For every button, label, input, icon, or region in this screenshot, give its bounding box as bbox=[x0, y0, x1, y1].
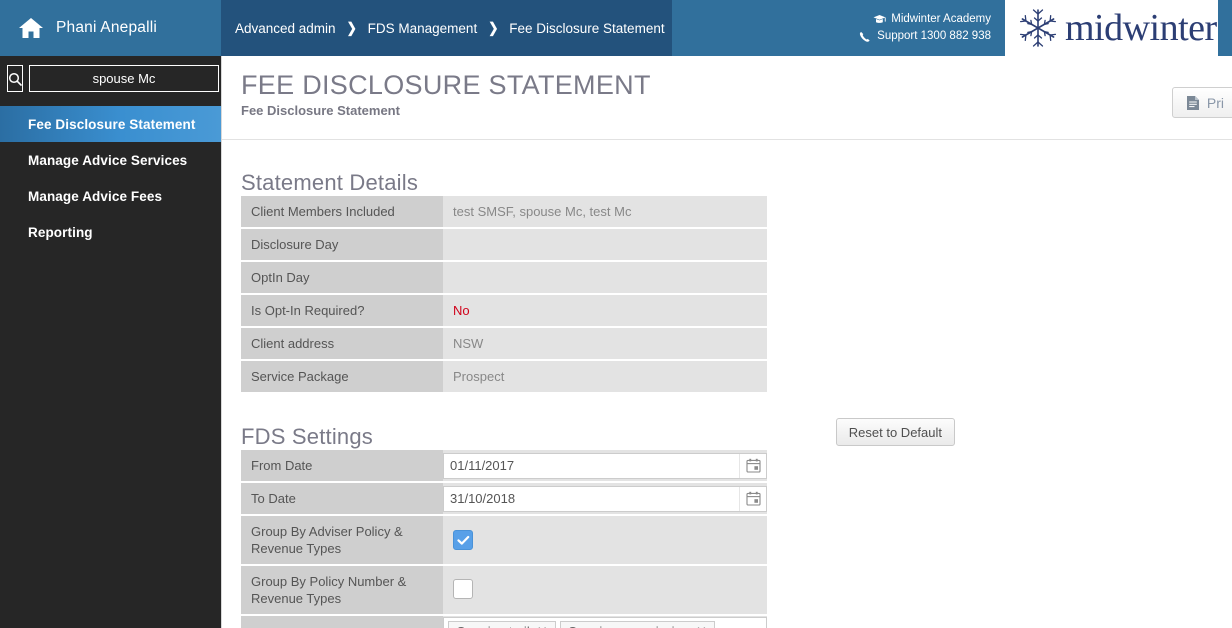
search-input[interactable] bbox=[29, 65, 219, 92]
group-by-adviser-cell bbox=[443, 516, 767, 564]
page-header: FEE DISCLOSURE STATEMENT Fee Disclosure … bbox=[222, 56, 1232, 140]
fds-settings-section: FDS Settings Reset to Default From Date bbox=[222, 394, 1232, 628]
page-subtitle: Fee Disclosure Statement bbox=[241, 103, 400, 118]
table-row: Group By Adviser Policy & Revenue Types bbox=[241, 516, 767, 564]
calendar-icon[interactable] bbox=[739, 486, 766, 511]
academy-link[interactable]: Midwinter Academy bbox=[872, 11, 991, 28]
row-value bbox=[443, 229, 767, 260]
support-phone-label: Support 1300 882 938 bbox=[877, 30, 991, 42]
print-button-label: Pri bbox=[1206, 94, 1224, 111]
page-title: FEE DISCLOSURE STATEMENT bbox=[241, 70, 651, 100]
tag-label: Ongoing trail bbox=[456, 624, 530, 628]
row-label: Client Members Included bbox=[241, 196, 443, 227]
print-button[interactable]: Pri bbox=[1171, 87, 1232, 118]
group-by-policy-cell bbox=[443, 566, 767, 614]
search-button[interactable] bbox=[7, 65, 23, 92]
row-label: OptIn Day bbox=[241, 262, 443, 293]
table-row: Ongoing trail ✕ Ongoing commission ✕ bbox=[241, 616, 767, 628]
sidebar-item-label: Fee Disclosure Statement bbox=[28, 116, 196, 132]
row-label: Disclosure Day bbox=[241, 229, 443, 260]
tag-label: Ongoing commission bbox=[568, 624, 689, 628]
breadcrumb: Advanced admin ❯ FDS Management ❯ Fee Di… bbox=[221, 0, 672, 56]
application-window: Phani Anepalli Advanced admin ❯ FDS Mana… bbox=[0, 0, 1232, 628]
statement-details-section: Statement Details Client Members Include… bbox=[222, 140, 1232, 394]
breadcrumb-item-2[interactable]: Fee Disclosure Statement bbox=[509, 21, 664, 36]
brand-bar: Phani Anepalli bbox=[0, 0, 221, 56]
statement-details-table: Client Members Included test SMSF, spous… bbox=[241, 194, 767, 394]
sidebar-item-reporting[interactable]: Reporting bbox=[0, 214, 221, 250]
row-value: test SMSF, spouse Mc, test Mc bbox=[443, 196, 767, 227]
sidebar-item-label: Reporting bbox=[28, 224, 93, 240]
graduation-cap-icon bbox=[872, 14, 886, 25]
group-by-adviser-label: Group By Adviser Policy & Revenue Types bbox=[241, 516, 443, 564]
chevron-right-icon: ❯ bbox=[488, 19, 499, 37]
breadcrumb-item-1[interactable]: FDS Management bbox=[368, 21, 478, 36]
fds-settings-heading: FDS Settings bbox=[241, 424, 374, 449]
sidebar-item-manage-advice-services[interactable]: Manage Advice Services bbox=[0, 142, 221, 178]
table-row: From Date bbox=[241, 450, 767, 481]
sidebar-search bbox=[0, 56, 221, 92]
group-by-adviser-checkbox[interactable] bbox=[453, 530, 473, 550]
statement-details-header: Statement Details bbox=[241, 140, 1213, 194]
sidebar-item-fee-disclosure-statement[interactable]: Fee Disclosure Statement bbox=[0, 106, 221, 142]
row-value: Prospect bbox=[443, 361, 767, 392]
main-content: FEE DISCLOSURE STATEMENT Fee Disclosure … bbox=[221, 56, 1232, 628]
table-row: Disclosure Day bbox=[241, 229, 767, 260]
table-row: Client Members Included test SMSF, spous… bbox=[241, 196, 767, 227]
tag-item: Ongoing trail ✕ bbox=[448, 620, 556, 628]
row-value-status: No bbox=[443, 295, 767, 326]
close-icon[interactable]: ✕ bbox=[696, 624, 707, 628]
table-row: Client address NSW bbox=[241, 328, 767, 359]
to-date-cell bbox=[443, 483, 767, 514]
reset-to-default-button[interactable]: Reset to Default bbox=[835, 418, 955, 446]
tag-item: Ongoing commission ✕ bbox=[559, 620, 715, 628]
sidebar-item-label: Manage Advice Fees bbox=[28, 188, 163, 204]
revenue-types-cell: Ongoing trail ✕ Ongoing commission ✕ bbox=[443, 616, 767, 628]
academy-link-label: Midwinter Academy bbox=[891, 13, 991, 25]
fds-settings-header: FDS Settings Reset to Default bbox=[241, 394, 1213, 448]
snowflake-icon bbox=[1013, 6, 1063, 50]
revenue-types-tag-input[interactable]: Ongoing trail ✕ Ongoing commission ✕ bbox=[443, 616, 767, 628]
row-label: Client address bbox=[241, 328, 443, 359]
row-label: Service Package bbox=[241, 361, 443, 392]
top-header: Phani Anepalli Advanced admin ❯ FDS Mana… bbox=[0, 0, 1232, 56]
breadcrumb-item-0[interactable]: Advanced admin bbox=[235, 21, 336, 36]
from-date-label: From Date bbox=[241, 450, 443, 481]
table-row: To Date bbox=[241, 483, 767, 514]
from-date-input[interactable] bbox=[444, 453, 739, 478]
sidebar-item-manage-advice-fees[interactable]: Manage Advice Fees bbox=[0, 178, 221, 214]
from-date-cell bbox=[443, 450, 767, 481]
calendar-icon[interactable] bbox=[739, 453, 766, 478]
company-logo: midwinter bbox=[1005, 0, 1218, 56]
chevron-right-icon: ❯ bbox=[346, 19, 357, 37]
row-label: Is Opt-In Required? bbox=[241, 295, 443, 326]
table-row: Group By Policy Number & Revenue Types bbox=[241, 566, 767, 614]
table-row: OptIn Day bbox=[241, 262, 767, 293]
sidebar-item-label: Manage Advice Services bbox=[28, 152, 188, 168]
sidebar-nav: Fee Disclosure Statement Manage Advice S… bbox=[0, 106, 221, 250]
phone-icon bbox=[858, 31, 872, 43]
row-value: NSW bbox=[443, 328, 767, 359]
support-phone[interactable]: Support 1300 882 938 bbox=[858, 28, 991, 45]
group-by-policy-checkbox[interactable] bbox=[453, 578, 473, 599]
brand-user-name: Phani Anepalli bbox=[56, 19, 158, 36]
table-row: Service Package Prospect bbox=[241, 361, 767, 392]
group-by-policy-label: Group By Policy Number & Revenue Types bbox=[241, 566, 443, 614]
statement-details-heading: Statement Details bbox=[241, 170, 419, 195]
contact-bar: Midwinter Academy Support 1300 882 938 bbox=[672, 0, 1005, 56]
row-value bbox=[443, 262, 767, 293]
sidebar: Fee Disclosure Statement Manage Advice S… bbox=[0, 56, 221, 628]
search-icon bbox=[8, 72, 22, 86]
home-icon[interactable] bbox=[18, 17, 44, 39]
table-row: Is Opt-In Required? No bbox=[241, 295, 767, 326]
to-date-input[interactable] bbox=[444, 486, 739, 511]
fds-settings-table: From Date 01/11/2017 To Date 31/10/2018 … bbox=[241, 448, 767, 628]
logo-wordmark: midwinter bbox=[1065, 7, 1217, 49]
header-right-filler bbox=[1218, 0, 1232, 56]
to-date-label: To Date bbox=[241, 483, 443, 514]
revenue-types-label bbox=[241, 616, 443, 628]
close-icon[interactable]: ✕ bbox=[537, 624, 548, 628]
document-icon bbox=[1186, 95, 1200, 111]
